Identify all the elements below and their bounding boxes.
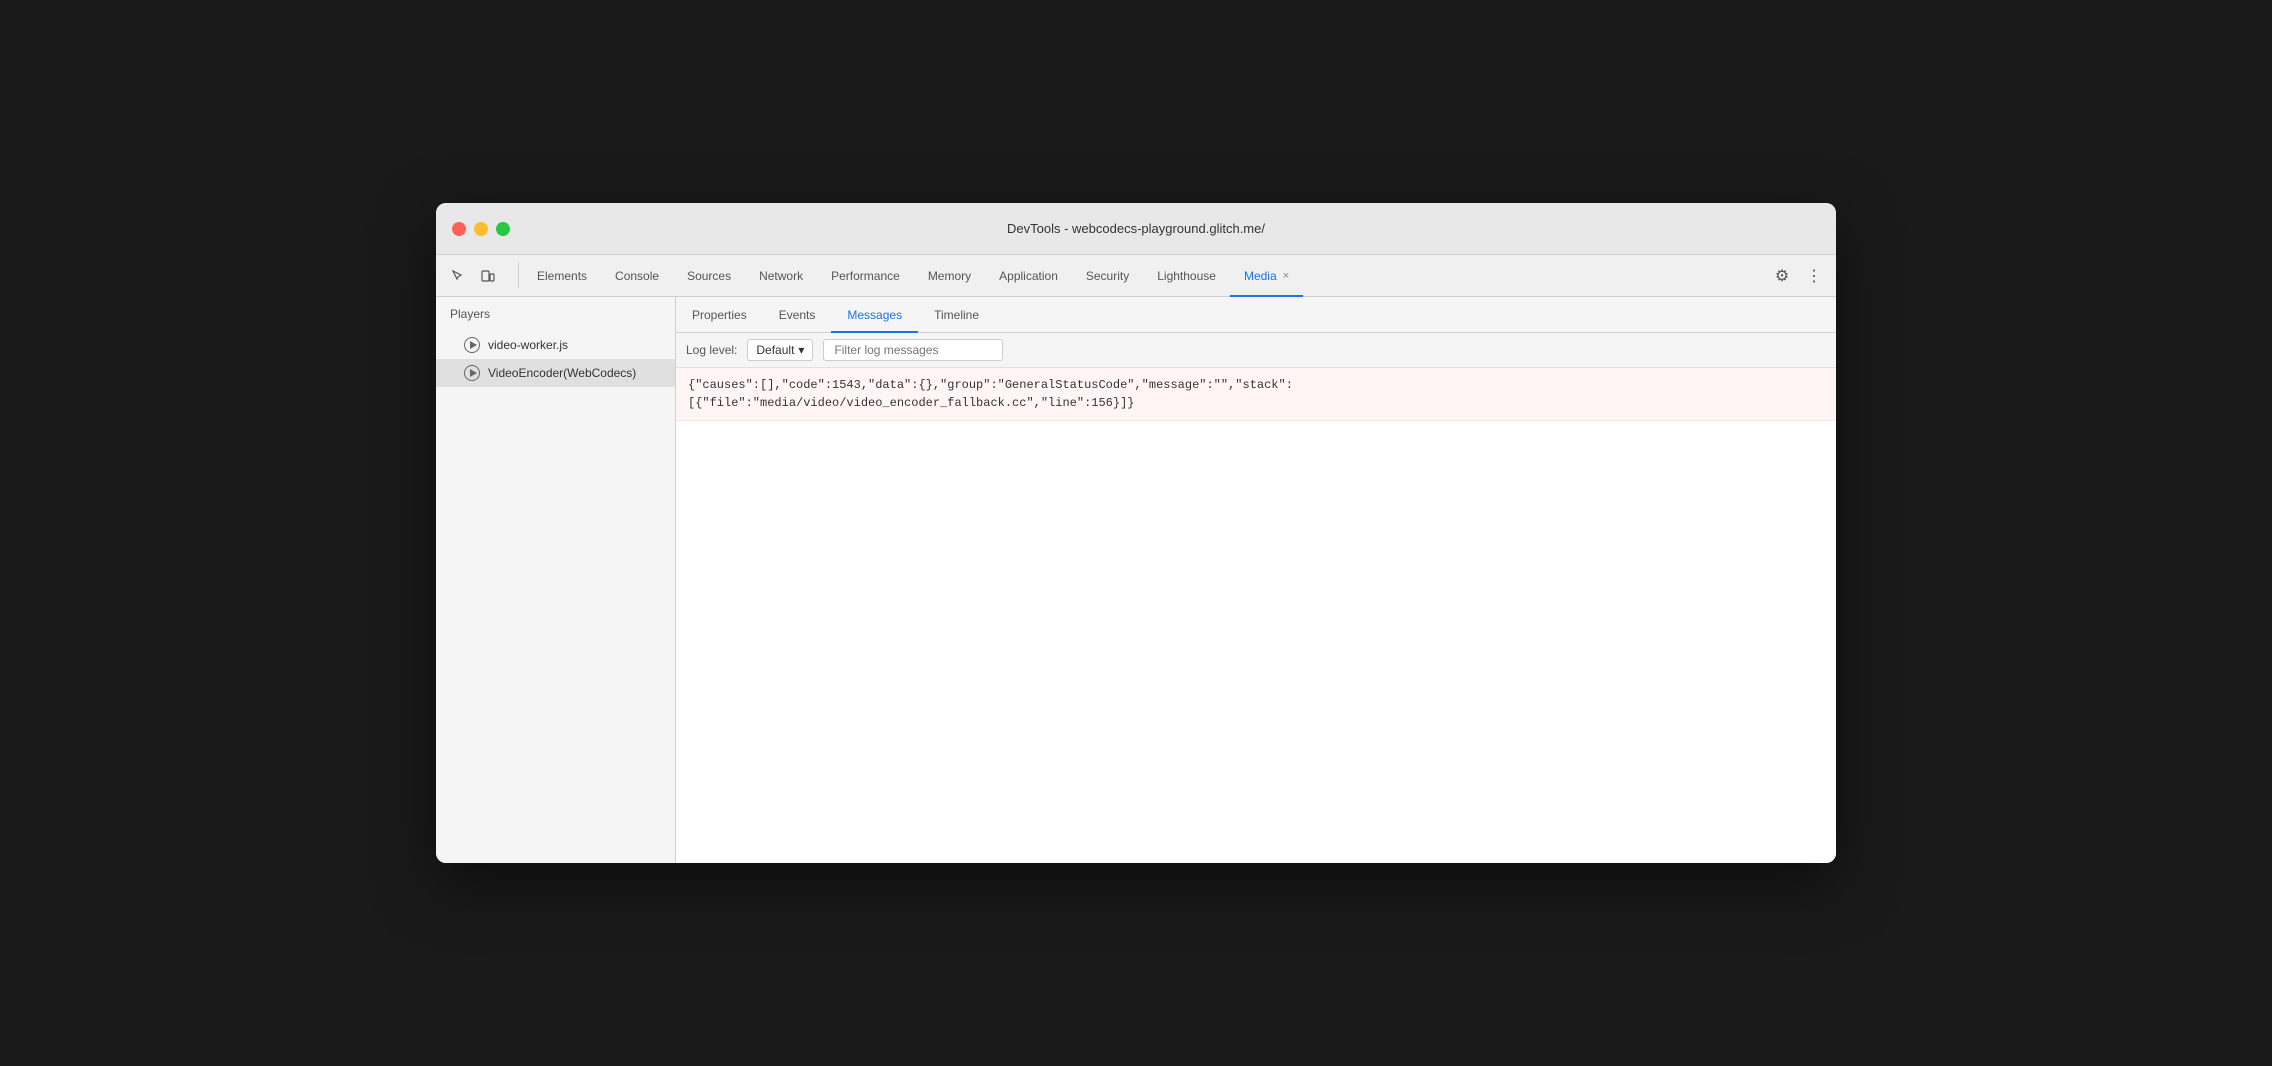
toolbar-separator: [518, 263, 519, 288]
tab-memory[interactable]: Memory: [914, 256, 985, 297]
filter-input[interactable]: [823, 339, 1003, 361]
content-area: Properties Events Messages Timeline Log …: [676, 297, 1836, 863]
messages-area: {"causes":[],"code":1543,"data":{},"grou…: [676, 368, 1836, 863]
message-line-1: {"causes":[],"code":1543,"data":{},"grou…: [688, 376, 1824, 394]
sidebar-item-label-2: VideoEncoder(WebCodecs): [488, 366, 636, 380]
sidebar-item-video-worker[interactable]: video-worker.js: [436, 331, 675, 359]
sub-tabs: Properties Events Messages Timeline: [676, 297, 1836, 333]
tab-media-close[interactable]: ×: [1283, 270, 1289, 282]
traffic-lights: [452, 222, 510, 236]
log-level-select[interactable]: Default ▾: [747, 339, 813, 361]
message-row: {"causes":[],"code":1543,"data":{},"grou…: [676, 368, 1836, 421]
tab-elements[interactable]: Elements: [523, 256, 601, 297]
sub-tab-messages[interactable]: Messages: [831, 298, 918, 333]
sub-tab-timeline[interactable]: Timeline: [918, 298, 995, 333]
device-icon[interactable]: [474, 262, 502, 290]
minimize-button[interactable]: [474, 222, 488, 236]
sidebar-item-label: video-worker.js: [488, 338, 568, 352]
sidebar-item-video-encoder[interactable]: VideoEncoder(WebCodecs): [436, 359, 675, 387]
title-bar: DevTools - webcodecs-playground.glitch.m…: [436, 203, 1836, 255]
tab-console[interactable]: Console: [601, 256, 673, 297]
tab-security[interactable]: Security: [1072, 256, 1143, 297]
devtools-window: DevTools - webcodecs-playground.glitch.m…: [436, 203, 1836, 863]
tab-performance[interactable]: Performance: [817, 256, 914, 297]
sidebar: Players video-worker.js VideoEncoder(Web…: [436, 297, 676, 863]
toolbar-right: ⚙ ⋮: [1768, 255, 1828, 296]
sub-tab-properties[interactable]: Properties: [676, 298, 763, 333]
tab-network[interactable]: Network: [745, 256, 817, 297]
toolbar: Elements Console Sources Network Perform…: [436, 255, 1836, 297]
message-line-2: [{"file":"media/video/video_encoder_fall…: [688, 394, 1824, 412]
log-level-label: Log level:: [686, 343, 737, 357]
inspector-icon[interactable]: [444, 262, 472, 290]
close-button[interactable]: [452, 222, 466, 236]
tab-application[interactable]: Application: [985, 256, 1072, 297]
filter-bar: Log level: Default ▾: [676, 333, 1836, 368]
maximize-button[interactable]: [496, 222, 510, 236]
tab-media[interactable]: Media ×: [1230, 256, 1303, 297]
more-icon[interactable]: ⋮: [1800, 262, 1828, 290]
window-title: DevTools - webcodecs-playground.glitch.m…: [1007, 221, 1265, 236]
play-icon-2: [464, 365, 480, 381]
sub-tab-events[interactable]: Events: [763, 298, 832, 333]
main-area: Players video-worker.js VideoEncoder(Web…: [436, 297, 1836, 863]
play-icon: [464, 337, 480, 353]
toolbar-icons: [444, 255, 502, 296]
toolbar-tabs: Elements Console Sources Network Perform…: [523, 255, 1768, 296]
settings-icon[interactable]: ⚙: [1768, 262, 1796, 290]
tab-sources[interactable]: Sources: [673, 256, 745, 297]
tab-lighthouse[interactable]: Lighthouse: [1143, 256, 1230, 297]
sidebar-header: Players: [436, 297, 675, 331]
